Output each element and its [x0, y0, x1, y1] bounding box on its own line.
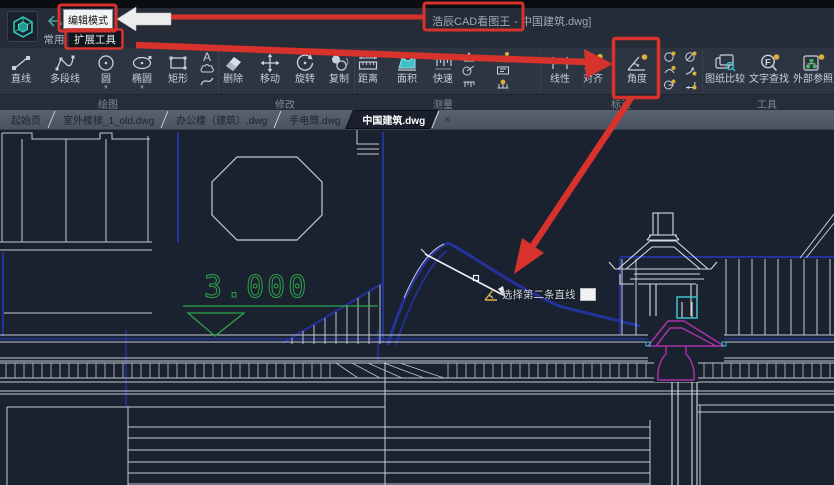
- quick-measure-icon: [432, 49, 454, 73]
- chevron-down-icon: ▼: [103, 85, 109, 91]
- cad-drawing-canvas[interactable]: 3.000 选择第二条直线: [0, 130, 834, 485]
- cad-left-building: [0, 132, 152, 314]
- document-tab-bar: 起始页 室外楼梯_1_old.dwg 办公楼（建筑）.dwg 手电筒.dwg 中…: [0, 110, 834, 130]
- ribbon: 直线 多段线 圆 ▼ 椭圆 ▼ 矩形 A 删除 移动 旋转 复制 距离 面积 快…: [0, 48, 834, 111]
- window-title-app: 浩辰CAD看图王: [432, 16, 511, 28]
- doc-tab-china-architecture[interactable]: 中国建筑.dwg: [351, 110, 436, 129]
- ribbon-button-find-text[interactable]: F 文字查找: [748, 49, 790, 93]
- group-separator: [540, 50, 541, 93]
- distance-ruler-icon: [357, 49, 379, 73]
- measure-list-icon[interactable]: [462, 79, 476, 90]
- find-text-icon: F: [757, 49, 781, 73]
- drawing-compare-icon: [713, 49, 737, 73]
- group-label-measure: 测量: [433, 100, 453, 111]
- back-arrow-icon[interactable]: [48, 15, 62, 27]
- copy-icon: [328, 49, 350, 73]
- svg-text:A: A: [203, 50, 211, 62]
- ribbon-button-area[interactable]: 面积: [389, 49, 425, 93]
- window-top-strip: [0, 0, 834, 8]
- measure-angle-icon[interactable]: [462, 51, 476, 62]
- doc-tab-outdoor-stairs[interactable]: 室外楼梯_1_old.dwg: [52, 110, 165, 129]
- cad-railing-ticks: [5, 362, 831, 379]
- text-tool-icon[interactable]: A: [201, 50, 214, 62]
- dim-radius-icon[interactable]: [663, 51, 676, 62]
- doc-tab-start-page[interactable]: 起始页: [0, 110, 52, 129]
- group-label-dimension: 标注: [611, 100, 631, 111]
- application-window: 编辑模式 浩辰CAD看图王 - 中国建筑.dwg] 常用 扩展工具 直线 多段线 …: [0, 0, 834, 485]
- ribbon-button-distance[interactable]: 距离: [350, 49, 386, 93]
- ribbon-button-quick-measure[interactable]: 快速: [425, 49, 461, 93]
- command-tooltip: 选择第二条直线: [484, 287, 596, 302]
- ribbon-button-move[interactable]: 移动: [252, 49, 288, 93]
- ribbon-tab-home[interactable]: 常用: [38, 30, 70, 48]
- ribbon-button-circle[interactable]: 圆 ▼: [90, 49, 122, 93]
- window-title-doc: - 中国建筑.dwg]: [514, 16, 592, 28]
- rectangle-icon: [167, 49, 189, 73]
- cad-octagon: [211, 156, 323, 241]
- measure-radius-icon[interactable]: [462, 65, 476, 76]
- area-icon: [396, 49, 418, 73]
- circle-icon: [96, 49, 116, 73]
- cad-pagoda: [608, 212, 727, 485]
- ribbon-button-rectangle[interactable]: 矩形: [162, 49, 194, 93]
- window-title: 浩辰CAD看图王 - 中国建筑.dwg]: [432, 13, 591, 29]
- ribbon-button-angular-dim[interactable]: 角度: [616, 49, 658, 93]
- line-icon: [10, 49, 32, 73]
- measure-extra-tools: [462, 51, 520, 90]
- dimension-extra-tools: [663, 51, 697, 90]
- ribbon-button-rotate[interactable]: 旋转: [287, 49, 323, 93]
- ellipse-icon: [131, 49, 153, 73]
- dim-leader-icon[interactable]: [684, 79, 697, 90]
- cad-ground-lines: [6, 362, 834, 485]
- ribbon-button-line[interactable]: 直线: [2, 49, 40, 93]
- tooltip-input-box: [579, 288, 596, 301]
- doc-tab-close-icon[interactable]: ×: [436, 110, 458, 129]
- dim-arclength-icon[interactable]: [663, 65, 676, 76]
- angle-cursor-icon: [484, 289, 497, 301]
- move-icon: [259, 49, 281, 73]
- group-label-draw: 绘图: [98, 100, 118, 111]
- linear-dimension-icon: [549, 49, 571, 73]
- cad-drawing: 3.000: [0, 130, 834, 485]
- rotate-icon: [294, 49, 316, 73]
- measure-coordinate-icon[interactable]: [496, 65, 510, 76]
- dim-ordinate-icon[interactable]: [663, 79, 676, 90]
- ribbon-button-linear-dim[interactable]: 线性: [543, 49, 577, 93]
- chevron-down-icon: ▼: [139, 85, 145, 91]
- aligned-dimension-icon: [582, 49, 604, 73]
- ribbon-button-external-reference[interactable]: 外部参照: [792, 49, 834, 93]
- spline-icon[interactable]: [200, 76, 214, 86]
- polyline-icon: [54, 49, 76, 73]
- ribbon-button-erase[interactable]: 删除: [215, 49, 251, 93]
- ribbon-button-drawing-compare[interactable]: 图纸比较: [704, 49, 746, 93]
- doc-tab-flashlight[interactable]: 手电筒.dwg: [278, 110, 351, 129]
- external-reference-icon: [801, 49, 825, 73]
- cad-bracket-detail: [356, 130, 379, 155]
- eraser-icon: [222, 49, 244, 73]
- measure-arc-icon[interactable]: [496, 51, 510, 62]
- ribbon-button-ellipse[interactable]: 椭圆 ▼: [124, 49, 160, 93]
- ribbon-button-aligned-dim[interactable]: 对齐: [575, 49, 611, 93]
- group-separator: [702, 50, 703, 93]
- cad-teal-box: [676, 296, 698, 319]
- ribbon-tab-extended[interactable]: 扩展工具: [69, 30, 121, 48]
- tooltip-text: 选择第二条直线: [502, 289, 576, 301]
- revision-cloud-icon[interactable]: [200, 64, 215, 74]
- edit-mode-badge[interactable]: 编辑模式: [63, 9, 113, 29]
- group-label-modify: 修改: [275, 100, 295, 111]
- dim-jogged-icon[interactable]: [684, 65, 697, 76]
- ribbon-group-label-strip: 绘图 修改 测量 标注 工具: [0, 94, 834, 111]
- elevation-value-text: 3.000: [204, 270, 309, 305]
- measure-total-icon[interactable]: [496, 79, 510, 90]
- ribbon-tab-bar: 常用 扩展工具: [0, 30, 834, 48]
- dim-diameter-icon[interactable]: [684, 51, 697, 62]
- group-label-tools: 工具: [757, 100, 777, 111]
- svg-text:F: F: [765, 58, 771, 69]
- doc-tab-office-building[interactable]: 办公楼（建筑）.dwg: [165, 110, 278, 129]
- angular-dimension-icon: [625, 49, 649, 73]
- ribbon-button-polyline[interactable]: 多段线: [42, 49, 88, 93]
